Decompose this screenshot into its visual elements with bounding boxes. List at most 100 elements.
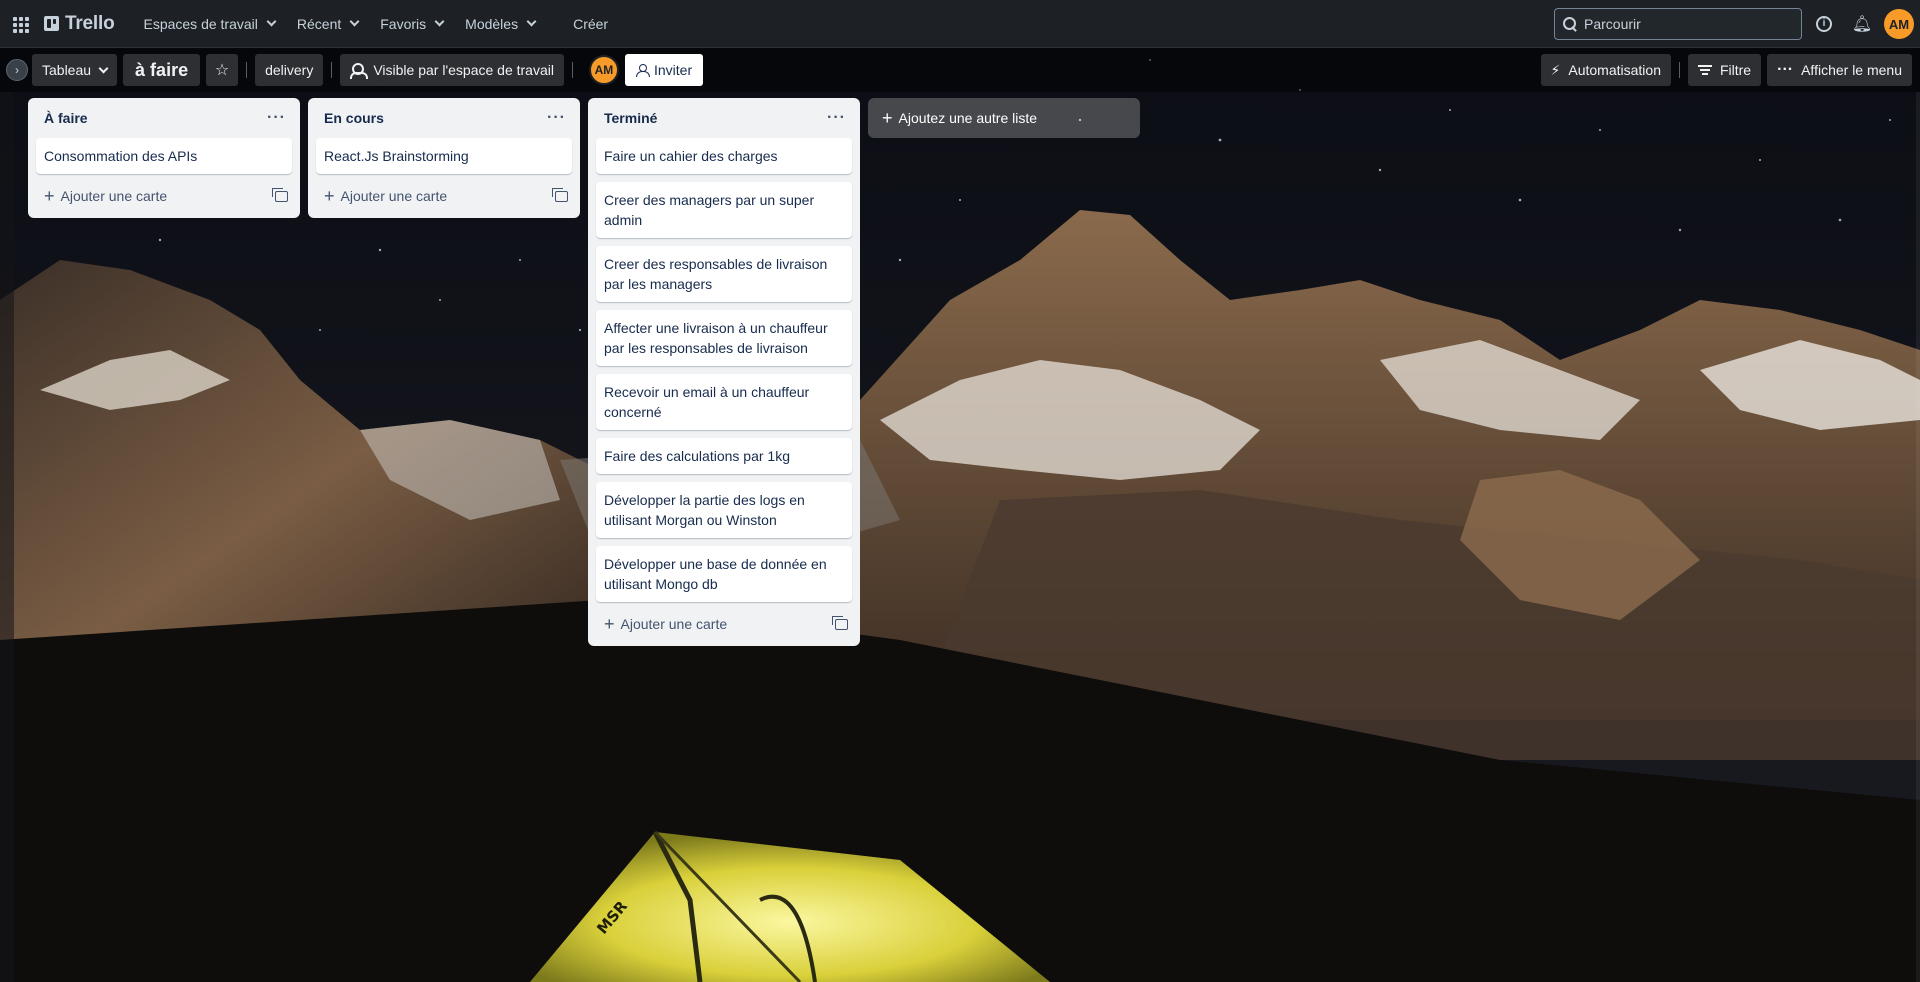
add-list-button[interactable]: + Ajoutez une autre liste (868, 98, 1140, 138)
search-icon (1563, 16, 1578, 32)
trello-logo-text: Trello (65, 12, 115, 34)
list-a-faire: À faire ··· Consommation des APIs + Ajou… (28, 98, 300, 218)
list-footer: + Ajouter une carte (316, 182, 572, 210)
filter-label: Filtre (1719, 62, 1752, 78)
add-card-button[interactable]: + Ajouter une carte (324, 187, 447, 205)
card[interactable]: Affecter une livraison à un chauffeur pa… (596, 310, 852, 366)
header-right: Parcourir i 🔔︎ AM (1554, 8, 1914, 40)
chevron-down-icon (526, 16, 537, 27)
chevron-down-icon (434, 16, 445, 27)
filter-icon (1697, 65, 1712, 75)
card-template-icon[interactable] (552, 187, 568, 202)
list-termine: Terminé ··· Faire un cahier des charges … (588, 98, 860, 646)
trello-logo-icon (44, 16, 59, 31)
app-header: Trello Espaces de travail Récent Favoris… (0, 0, 1920, 48)
visibility-button[interactable]: Visible par l'espace de travail (340, 54, 564, 86)
chevron-down-icon (266, 16, 277, 27)
card[interactable]: Consommation des APIs (36, 138, 292, 174)
invite-button[interactable]: Inviter (624, 54, 704, 86)
menu-favorites[interactable]: Favoris (369, 9, 454, 39)
board-title[interactable]: à faire (123, 54, 201, 86)
menu-favorites-label: Favoris (380, 15, 427, 32)
add-card-label: Ajouter une carte (620, 616, 728, 632)
list-title[interactable]: Terminé (604, 110, 657, 126)
board-left-shade (0, 92, 14, 982)
board-header: › Tableau à faire ☆ delivery Visible par… (0, 48, 1920, 92)
list-more-icon[interactable]: ··· (827, 109, 846, 127)
add-card-button[interactable]: + Ajouter une carte (44, 187, 167, 205)
card[interactable]: Creer des responsables de livraison par … (596, 246, 852, 302)
menu-recent[interactable]: Récent (286, 9, 369, 39)
menu-workspaces[interactable]: Espaces de travail (132, 9, 285, 39)
list-title[interactable]: En cours (324, 110, 384, 126)
list-more-icon[interactable]: ··· (267, 109, 286, 127)
sidebar-expand-icon[interactable]: › (6, 59, 28, 81)
plus-icon: + (604, 614, 615, 634)
people-icon (350, 63, 369, 79)
more-icon: ··· (1777, 61, 1794, 78)
add-list-label: Ajoutez une autre liste (898, 110, 1038, 126)
board-view-label: Tableau (42, 62, 92, 78)
card-template-icon[interactable] (832, 615, 848, 630)
app-switcher-icon[interactable] (10, 14, 30, 34)
notifications-button[interactable]: 🔔︎ (1846, 8, 1878, 40)
list-header[interactable]: À faire ··· (36, 98, 292, 138)
automation-button[interactable]: ⚡︎ Automatisation (1540, 54, 1671, 86)
top-nav: Espaces de travail Récent Favoris Modèle… (132, 9, 619, 39)
search-placeholder: Parcourir (1584, 16, 1641, 32)
invite-label: Inviter (653, 62, 693, 78)
card[interactable]: Creer des managers par un super admin (596, 182, 852, 238)
add-card-label: Ajouter une carte (60, 188, 168, 204)
card[interactable]: Faire un cahier des charges (596, 138, 852, 174)
star-icon: ☆ (214, 62, 230, 79)
card[interactable]: Développer une base de donnée en utilisa… (596, 546, 852, 602)
show-menu-label: Afficher le menu (1801, 62, 1902, 78)
automation-label: Automatisation (1568, 62, 1661, 78)
divider (331, 62, 333, 78)
info-icon: i (1816, 16, 1832, 32)
card-template-icon[interactable] (272, 187, 288, 202)
star-board-button[interactable]: ☆ (206, 54, 239, 86)
menu-templates[interactable]: Modèles (454, 9, 546, 39)
menu-workspaces-label: Espaces de travail (143, 15, 258, 32)
visibility-label: Visible par l'espace de travail (373, 62, 554, 78)
board-scrollbar[interactable] (1916, 92, 1920, 982)
card[interactable]: Recevoir un email à un chauffeur concern… (596, 374, 852, 430)
list-header[interactable]: En cours ··· (316, 98, 572, 138)
lightning-icon: ⚡︎ (1550, 61, 1561, 78)
create-button[interactable]: Créer (562, 9, 619, 39)
list-title[interactable]: À faire (44, 110, 88, 126)
add-person-icon (635, 64, 650, 77)
menu-recent-label: Récent (296, 15, 342, 32)
plus-icon: + (882, 108, 893, 128)
trello-logo[interactable]: Trello (44, 12, 115, 35)
plus-icon: + (324, 186, 335, 206)
divider (571, 62, 573, 78)
info-button[interactable]: i (1808, 8, 1840, 40)
search-input[interactable]: Parcourir (1554, 8, 1802, 40)
list-footer: + Ajouter une carte (596, 610, 852, 638)
board-view-switcher[interactable]: Tableau (32, 54, 118, 86)
menu-templates-label: Modèles (465, 15, 519, 32)
user-avatar[interactable]: AM (1884, 9, 1914, 39)
card[interactable]: React.Js Brainstorming (316, 138, 572, 174)
card[interactable]: Développer la partie des logs en utilisa… (596, 482, 852, 538)
divider (1678, 62, 1680, 78)
filter-button[interactable]: Filtre (1687, 54, 1762, 86)
chevron-down-icon (98, 63, 109, 73)
add-card-button[interactable]: + Ajouter une carte (604, 615, 727, 633)
list-en-cours: En cours ··· React.Js Brainstorming + Aj… (308, 98, 580, 218)
bell-icon: 🔔︎ (1851, 16, 1873, 33)
chevron-down-icon (349, 16, 360, 27)
list-more-icon[interactable]: ··· (547, 109, 566, 127)
card[interactable]: Faire des calculations par 1kg (596, 438, 852, 474)
add-card-label: Ajouter une carte (340, 188, 448, 204)
divider (246, 62, 248, 78)
show-menu-button[interactable]: ··· Afficher le menu (1767, 54, 1912, 86)
list-footer: + Ajouter une carte (36, 182, 292, 210)
board-header-right: ⚡︎ Automatisation Filtre ··· Afficher le… (1535, 54, 1912, 86)
board-member-avatar[interactable]: AM (588, 55, 619, 85)
list-header[interactable]: Terminé ··· (596, 98, 852, 138)
workspace-button[interactable]: delivery (255, 54, 324, 86)
plus-icon: + (44, 186, 55, 206)
